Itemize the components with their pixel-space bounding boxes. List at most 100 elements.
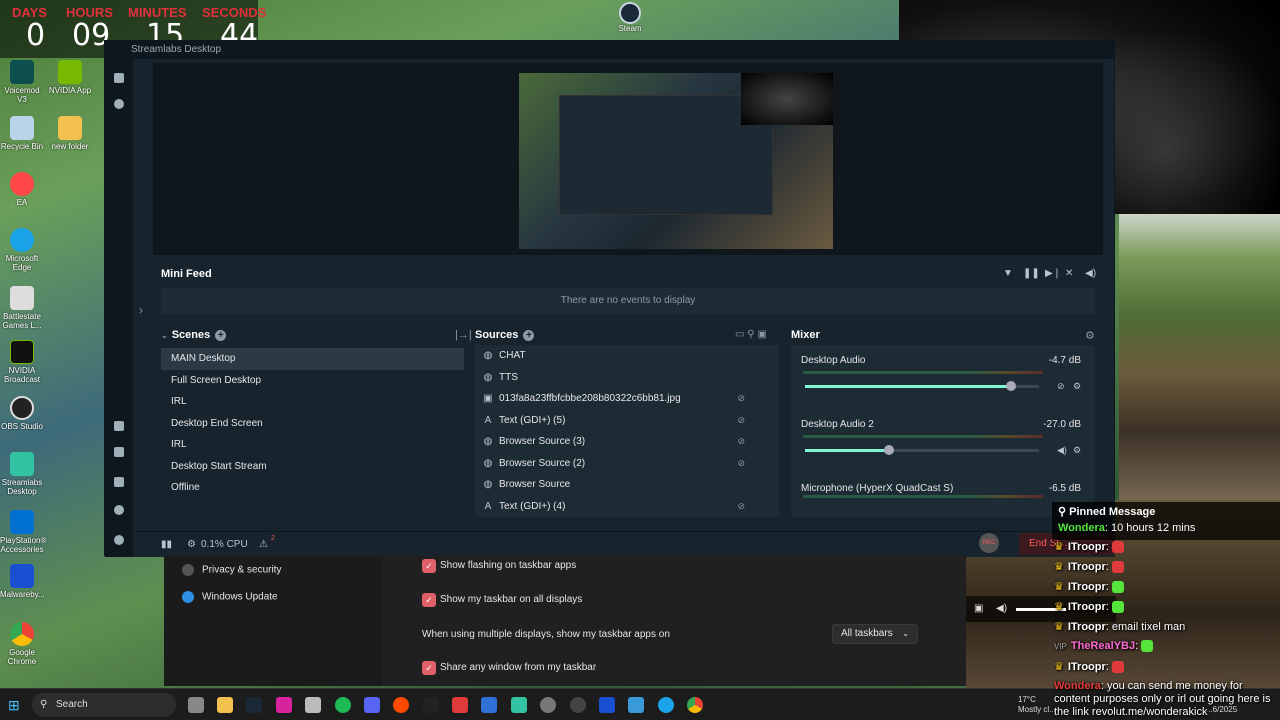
settings-gear-icon[interactable] [114,505,124,515]
desktop-icon-new-folder[interactable]: new folder [48,116,92,151]
channel-settings-icon[interactable]: ⚙ [1073,445,1081,456]
desktop-icon-ea[interactable]: EA [0,172,44,207]
volume-knob[interactable] [884,445,895,455]
mixer-settings-icon[interactable]: ⚙ [1085,329,1095,342]
hidden-eye-icon[interactable]: ⊘ [737,388,745,410]
source-item[interactable]: ◍ Browser Source (3) ⊘ [475,431,779,453]
malwarebytes-taskbar-icon[interactable] [599,697,615,713]
source-item[interactable]: A Text (GDI+) (5) ⊘ [475,410,779,432]
mute-alerts-icon[interactable]: ✕ [1065,268,1073,279]
nav-privacy-security[interactable]: Privacy & security [182,564,281,576]
pip-icon[interactable]: ▣ [974,603,983,614]
add-scene-button[interactable]: + [215,329,227,341]
scene-item[interactable]: IRL [161,434,464,456]
windows-start-icon[interactable]: ⊞ [8,697,24,713]
chrome-taskbar-icon[interactable] [687,697,703,713]
desktop-icon-voicemod[interactable]: Voicemod V3 [0,60,44,104]
highlighter-icon[interactable] [114,477,124,487]
desktop-icon-nvidia-app[interactable]: NVIDIA App [48,60,92,95]
volume-slider[interactable] [805,445,1039,455]
desktop-icon-recycle-bin[interactable]: Recycle Bin [0,116,44,151]
source-item[interactable]: ◍ Browser Source [475,474,779,496]
themes-icon[interactable] [114,421,124,431]
hidden-eye-icon[interactable]: ⊘ [737,453,745,475]
volume-slider[interactable] [805,381,1039,391]
desktop-icon-edge[interactable]: Microsoft Edge [0,228,44,272]
streamlabs-taskbar-icon[interactable] [511,697,527,713]
preview-screenshot [519,73,833,249]
add-source-button[interactable]: + [523,329,535,341]
skip-icon[interactable]: ▶❘ [1045,268,1061,279]
chevron-down-icon[interactable]: ⌄ [161,331,168,340]
channel-settings-icon[interactable]: ⚙ [1073,381,1081,392]
instagram-icon[interactable] [276,697,292,713]
hidden-eye-icon[interactable]: ⊘ [737,431,745,453]
editor-icon[interactable] [114,73,124,83]
desktop-icon-steam[interactable]: Steam [614,2,646,33]
settings-taskbar-icon[interactable] [540,697,556,713]
discord-icon[interactable] [364,697,380,713]
chevron-right-icon[interactable]: › [139,303,143,317]
pause-icon[interactable]: ❚❚ [1023,268,1040,279]
ea-app-icon[interactable] [393,697,409,713]
collapse-scenes-icon[interactable]: |→| [455,329,472,341]
source-item[interactable]: ▣ 013fa8a23ffbfcbbe208b80322c6bb81.jpg ⊘ [475,388,779,410]
hidden-eye-icon[interactable]: ⊘ [737,410,745,432]
obs-taskbar-icon[interactable] [570,697,586,713]
record-button[interactable]: REC [979,533,999,553]
checkbox-all-displays[interactable]: ✓ [422,593,436,607]
hidden-eye-icon[interactable]: ⊘ [737,496,745,518]
scene-item[interactable]: Full Screen Desktop [161,370,464,392]
photos-icon[interactable] [305,697,321,713]
steam-taskbar-icon[interactable] [246,697,262,713]
nav-windows-update[interactable]: Windows Update [182,591,278,603]
volume-icon[interactable]: ◀) [996,603,1007,614]
desktop-icon-nvidia-broadcast[interactable]: NVIDIA Broadcast [0,340,44,384]
emote-icon [1111,561,1124,574]
weather-widget[interactable]: 17°C Mostly cl... [1018,695,1056,715]
scene-item[interactable]: MAIN Desktop [161,348,464,370]
globe-icon: ◍ [483,436,493,447]
play-icon[interactable] [114,99,124,109]
scenes-list: MAIN Desktop Full Screen Desktop IRL Des… [161,348,464,516]
desktop-icon-chrome[interactable]: Google Chrome [0,622,44,666]
stream-preview[interactable] [153,63,1103,255]
mute-icon[interactable]: ⊘ [1057,381,1065,392]
profile-icon[interactable] [114,535,124,545]
terminal-icon[interactable] [423,697,439,713]
taskbar-apps-dropdown[interactable]: All taskbars ⌄ [832,624,918,644]
speaker-icon[interactable]: ◀) [1057,445,1067,456]
desktop-icon-malwarebytes[interactable]: Malwareby... [0,564,45,599]
volume-fill [805,449,890,452]
task-view-icon[interactable] [188,697,204,713]
source-item[interactable]: A Text (GDI+) (4) ⊘ [475,496,779,518]
scene-item[interactable]: IRL [161,391,464,413]
calendar-icon[interactable] [452,697,468,713]
stats-icon[interactable]: ▮▮ [161,539,172,550]
scene-item[interactable]: Offline [161,477,464,499]
edge-taskbar-icon[interactable] [658,697,674,713]
filter-icon[interactable]: ▼ [1003,268,1013,279]
volume-knob[interactable] [1005,381,1016,391]
file-explorer-icon[interactable] [217,697,233,713]
text-icon: A [484,414,492,426]
scene-item[interactable]: Desktop End Screen [161,413,464,435]
source-item[interactable]: ◍ TTS [475,367,779,389]
desktop-icon-playstation[interactable]: PlayStation® Accessories [0,510,46,554]
scene-item[interactable]: Desktop Start Stream [161,456,464,478]
taskbar-search[interactable]: ⚲ Search [32,693,176,717]
mail-icon[interactable] [481,697,497,713]
checkbox-flashing[interactable]: ✓ [422,559,436,573]
source-item[interactable]: ◍ Browser Source (2) ⊘ [475,453,779,475]
checkbox-share-window[interactable]: ✓ [422,661,436,675]
desktop-icon-streamlabs[interactable]: Streamlabs Desktop [0,452,44,496]
desktop-icon-obs[interactable]: OBS Studio [0,396,44,431]
source-tools-icon[interactable]: ▭ ⚲ ▣ [735,329,767,340]
desktop-icon-battlestate[interactable]: Battlestate Games L... [0,286,44,330]
source-item[interactable]: ◍ CHAT [475,345,779,367]
warning-icon[interactable]: ⚠ [259,539,268,550]
spotify-icon[interactable] [335,697,351,713]
apps-icon[interactable] [114,447,124,457]
remote-desktop-icon[interactable] [628,697,644,713]
volume-icon[interactable]: ◀) [1085,268,1096,279]
